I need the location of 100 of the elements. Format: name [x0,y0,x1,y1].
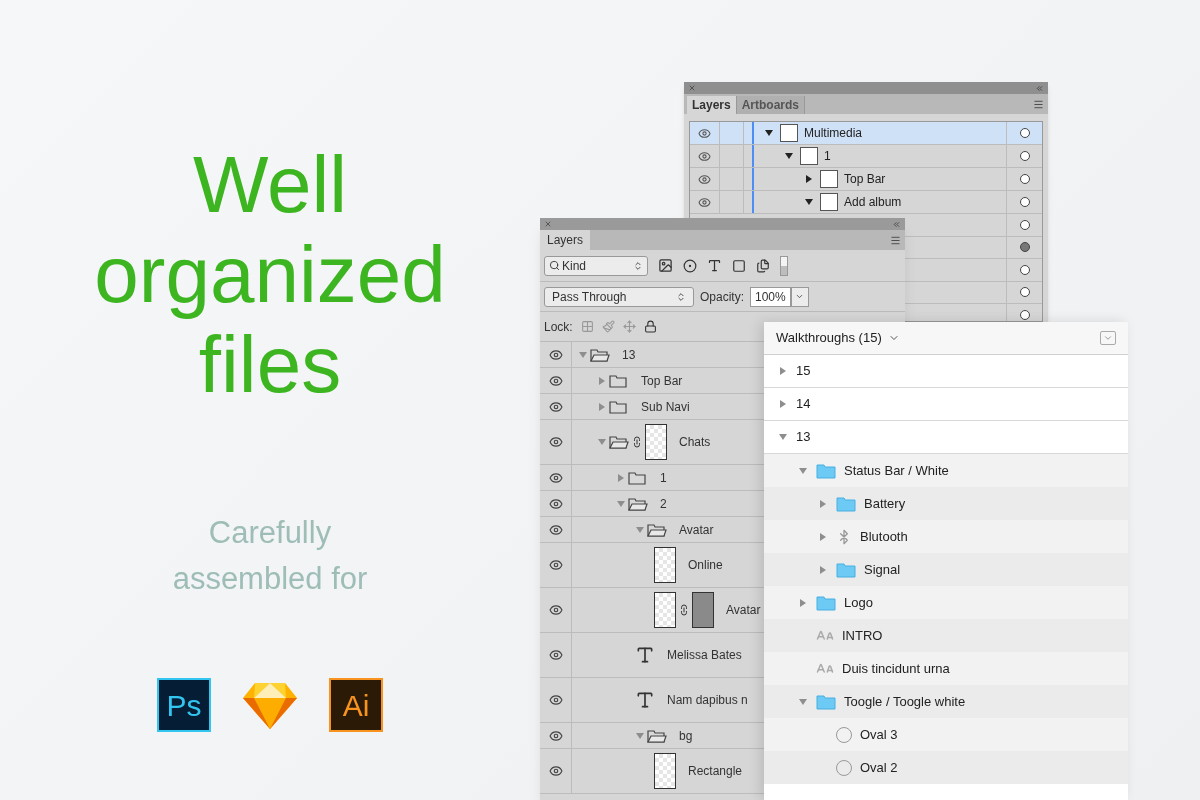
layer-name: Battery [864,494,906,513]
adjustment-filter-icon[interactable] [683,258,697,273]
headline: Well organized files [94,140,446,410]
panel-tab[interactable]: Layers [687,96,737,114]
photoshop-logo: Ps [157,678,211,732]
page-selector[interactable]: Walkthroughs (15) [776,328,882,348]
layer-row[interactable]: bg [540,723,764,749]
panel-tab[interactable]: Layers [540,230,591,250]
text-filter-icon[interactable] [707,258,722,273]
layer-row[interactable]: 1 [540,465,764,491]
text-layer-icon [635,690,655,710]
layer-row[interactable]: Blutooth [764,520,1128,553]
layer-name: INTRO [842,626,883,645]
lock-icon[interactable] [643,320,657,333]
layer-name: Avatar [726,602,761,619]
layer-row[interactable]: Avatar [540,517,764,543]
layer-row[interactable]: Sub Navi [540,394,764,420]
visibility-eye-icon[interactable] [548,435,563,449]
collapse-arrow-icon[interactable] [784,151,794,161]
layer-name: Top Bar [641,372,683,390]
visibility-eye-icon[interactable] [548,522,563,537]
layer-row[interactable]: Multimedia [690,122,1042,145]
panel-menu-icon[interactable] [1033,98,1044,110]
expand-arrow-icon[interactable] [804,174,814,184]
layer-row[interactable]: Oval 3 [764,718,1128,751]
close-icon[interactable] [544,220,552,228]
opacity-field[interactable]: 100% [750,286,791,307]
layer-row[interactable]: Add album [690,191,1042,214]
folder-icon [609,373,629,388]
visibility-eye-icon[interactable] [548,764,563,778]
layer-thumbnail [654,547,676,583]
layer-name: 13 [796,428,811,447]
link-icon [678,604,690,616]
layer-thumbnail [780,124,798,142]
folder-icon [836,561,856,578]
folder-icon [628,496,648,511]
layer-row[interactable]: Signal [764,553,1128,586]
layer-row[interactable]: Oval 2 [764,751,1128,784]
search-icon [549,260,560,271]
layer-name: 13 [622,346,636,364]
layer-row[interactable]: Rectangle [540,749,764,794]
layer-row[interactable]: Chats [540,420,764,465]
filter-toggle[interactable] [780,255,788,276]
collapse-arrow-icon[interactable] [804,197,814,207]
shape-filter-icon[interactable] [732,258,746,273]
link-icon [631,436,643,448]
visibility-eye-icon[interactable] [698,149,711,163]
layer-row[interactable]: 13 [764,421,1128,454]
layer-row[interactable]: Logo [764,586,1128,619]
layer-row[interactable]: 2 [540,491,764,517]
folder-icon [836,495,856,512]
collapse-arrow-icon[interactable] [764,128,774,138]
panel-menu-icon[interactable] [890,234,901,246]
diamond-logo-icon [243,681,297,729]
visibility-eye-icon[interactable] [548,470,563,485]
visibility-eye-icon[interactable] [548,347,563,362]
layer-row[interactable]: Avatar [540,588,764,633]
layer-row[interactable]: Status Bar / White [764,454,1128,487]
layer-row[interactable]: 14 [764,388,1128,421]
visibility-eye-icon[interactable] [698,126,711,140]
image-filter-icon[interactable] [658,258,673,273]
layer-row[interactable]: 13 [540,342,764,368]
lock-label: Lock: [544,318,573,336]
smart-object-filter-icon[interactable] [756,258,770,273]
layer-name: 2 [660,495,667,513]
layer-row[interactable]: Toogle / Toogle white [764,685,1128,718]
visibility-eye-icon[interactable] [548,603,563,617]
visibility-eye-icon[interactable] [548,693,563,707]
layer-row[interactable]: Top Bar [690,168,1042,191]
layer-name: Logo [844,593,873,612]
illustrator-logo: Ai [329,678,383,732]
visibility-eye-icon[interactable] [548,399,563,414]
layer-name: Duis tincidunt urna [842,659,950,678]
select-arrows-icon [676,291,686,302]
layer-name: Oval 3 [860,725,898,744]
visibility-eye-icon[interactable] [548,496,563,511]
layer-row[interactable]: Online [540,543,764,588]
visibility-eye-icon[interactable] [548,648,563,662]
folder-icon [609,399,629,414]
layer-row[interactable]: 1 [690,145,1042,168]
visibility-eye-icon[interactable] [548,558,563,572]
folder-icon [816,594,836,611]
layer-name: Multimedia [804,125,863,142]
layer-thumbnail [820,170,838,188]
layer-row[interactable]: INTRO [764,619,1128,652]
layer-row[interactable]: Duis tincidunt urna [764,652,1128,685]
layer-row[interactable]: Top Bar [540,368,764,394]
visibility-eye-icon[interactable] [698,195,711,209]
layer-row[interactable]: Battery [764,487,1128,520]
visibility-eye-icon[interactable] [548,373,563,388]
layer-row[interactable]: 15 [764,355,1128,388]
folder-icon [647,728,667,743]
folder-icon [609,435,629,449]
layer-name: 1 [824,148,831,165]
subtitle: Carefully assembled for [172,514,368,598]
filter-kind-select[interactable]: Kind [544,255,648,276]
visibility-eye-icon[interactable] [548,728,563,743]
visibility-eye-icon[interactable] [698,172,711,186]
layer-name: Blutooth [860,527,908,546]
blend-mode-select[interactable]: Pass Through [544,286,694,307]
